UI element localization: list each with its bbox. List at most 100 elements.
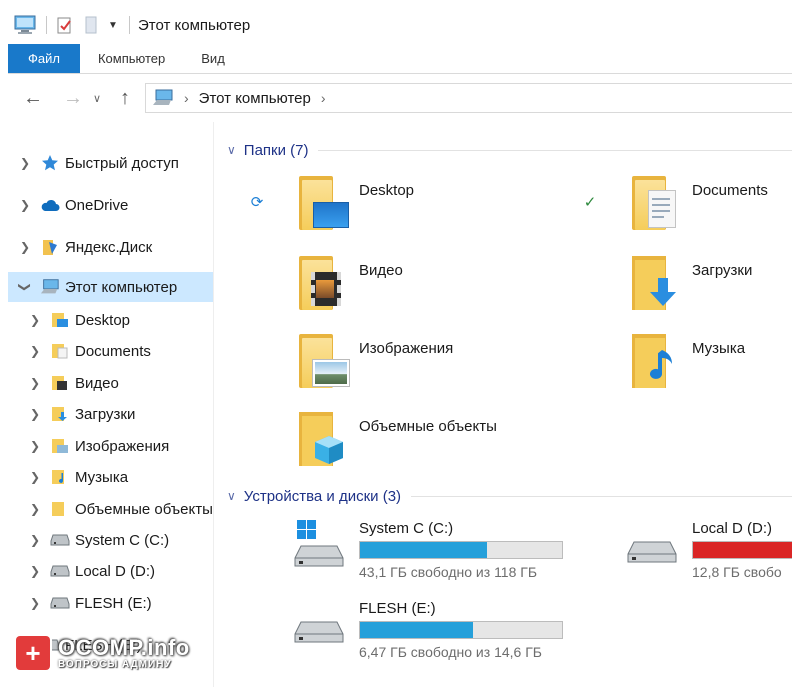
breadcrumb-separator-icon[interactable]: › — [321, 90, 326, 106]
nav-item-video[interactable]: ❯ Видео — [8, 368, 213, 398]
folder-tile-music[interactable]: Музыка — [632, 334, 745, 390]
watermark-tagline: ВОПРОСЫ АДМИНУ — [58, 658, 172, 670]
window-title: Этот компьютер — [138, 16, 251, 34]
documents-folder-icon — [632, 176, 684, 232]
desktop-folder-icon — [299, 176, 351, 232]
nav-item-documents[interactable]: ❯ Documents — [8, 336, 213, 366]
recent-locations-chevron-icon[interactable]: ∨ — [88, 83, 106, 113]
disk-usage-bar — [359, 621, 563, 639]
pictures-folder-icon — [299, 334, 351, 390]
group-header-folders[interactable]: ∨ Папки (7) — [227, 138, 792, 162]
computer-icon — [152, 89, 174, 107]
quick-access-toolbar: ▼ — [8, 6, 138, 44]
folder-icon — [50, 468, 70, 486]
drive-icon — [50, 562, 70, 580]
nav-item-music[interactable]: ❯ Музыка — [8, 462, 213, 492]
expand-chevron-icon[interactable]: ❯ — [28, 376, 42, 390]
music-folder-icon — [632, 334, 684, 390]
nav-item-pictures[interactable]: ❯ Изображения — [8, 431, 213, 461]
nav-item-drive-c[interactable]: ❯ System C (C:) — [8, 525, 213, 555]
nav-item-3d-objects[interactable]: ❯ Объемные объекты — [8, 494, 213, 524]
video-folder-icon — [299, 256, 351, 312]
expand-chevron-icon[interactable]: ❯ — [28, 439, 42, 453]
nav-item-downloads[interactable]: ❯ Загрузки — [8, 399, 213, 429]
navigation-bar: ← → ∨ ↑ › Этот компьютер › — [8, 74, 792, 122]
expand-chevron-icon[interactable]: ❯ — [28, 407, 42, 421]
group-divider — [411, 495, 792, 497]
folder-tile-documents[interactable]: ✓ Documents — [584, 176, 768, 232]
expand-chevron-icon[interactable]: ❯ — [28, 564, 42, 578]
disk-usage-fill — [360, 542, 488, 558]
forward-button[interactable]: → — [58, 83, 88, 113]
folder-icon — [50, 311, 70, 329]
drive-icon — [50, 594, 70, 612]
separator — [129, 16, 130, 34]
tab-file[interactable]: Файл — [8, 44, 80, 73]
customize-toolbar-chevron-icon[interactable]: ▼ — [105, 20, 121, 31]
site-watermark: + OCOMP.info ВОПРОСЫ АДМИНУ — [16, 636, 190, 670]
content-pane[interactable]: ∨ Папки (7) ⟳ Desktop ✓ Documents Видео … — [215, 122, 792, 687]
expand-chevron-icon[interactable]: ❯ — [28, 470, 42, 484]
nav-item-yandex-disk[interactable]: ❯ Яндекс.Диск — [8, 232, 213, 262]
expand-chevron-icon[interactable]: ❯ — [28, 533, 42, 547]
group-divider — [318, 149, 792, 151]
folder-icon — [50, 405, 70, 423]
expand-chevron-icon[interactable]: ❯ — [18, 198, 32, 212]
collapse-chevron-icon[interactable]: ∨ — [227, 143, 236, 157]
disk-usage-fill — [693, 542, 792, 558]
drive-icon — [50, 531, 70, 549]
expand-chevron-icon[interactable]: ❯ — [28, 344, 42, 358]
plus-icon: + — [16, 636, 50, 670]
expand-chevron-icon[interactable]: ❯ — [28, 596, 42, 610]
navigation-pane[interactable]: ❯ Быстрый доступ ❯ OneDrive ❯ Яндекс.Дис… — [8, 122, 214, 687]
address-bar[interactable]: › Этот компьютер › — [145, 83, 792, 113]
nav-item-drive-d[interactable]: ❯ Local D (D:) — [8, 556, 213, 586]
disk-usage-fill — [360, 622, 474, 638]
computer-icon — [40, 278, 60, 296]
title-bar: ▼ Этот компьютер — [8, 6, 792, 44]
disk-usage-bar — [692, 541, 792, 559]
expand-chevron-icon[interactable]: ❯ — [28, 313, 42, 327]
collapse-chevron-icon[interactable]: ∨ — [227, 489, 236, 503]
downloads-folder-icon — [632, 256, 684, 312]
drive-tile-flesh-e[interactable]: FLESH (E:) 6,47 ГБ свободно из 14,6 ГБ — [291, 600, 563, 660]
folder-tile-desktop[interactable]: ⟳ Desktop — [251, 176, 414, 232]
group-header-devices[interactable]: ∨ Устройства и диски (3) — [227, 484, 792, 508]
3d-objects-folder-icon — [299, 412, 351, 468]
expand-chevron-icon[interactable]: ❯ — [18, 156, 32, 170]
folder-tile-3d-objects[interactable]: Объемные объекты — [299, 412, 497, 468]
expand-chevron-icon[interactable]: ❯ — [28, 502, 42, 516]
back-button[interactable]: ← — [18, 83, 48, 113]
properties-icon[interactable] — [55, 15, 75, 35]
folder-icon — [50, 500, 70, 518]
yandex-disk-icon — [40, 238, 60, 256]
folder-tile-pictures[interactable]: Изображения — [299, 334, 453, 390]
tab-computer[interactable]: Компьютер — [80, 44, 183, 73]
windows-drive-icon — [291, 520, 351, 568]
new-folder-icon[interactable] — [81, 15, 101, 35]
sync-icon: ⟳ — [250, 194, 264, 211]
folder-icon — [50, 342, 70, 360]
expand-chevron-icon[interactable]: ❯ — [18, 240, 32, 254]
nav-item-this-pc[interactable]: ❯ Этот компьютер — [8, 272, 213, 302]
nav-item-desktop[interactable]: ❯ Desktop — [8, 305, 213, 335]
nav-item-onedrive[interactable]: ❯ OneDrive — [8, 190, 213, 220]
computer-icon[interactable] — [14, 15, 38, 35]
nav-item-drive-e[interactable]: ❯ FLESH (E:) — [8, 588, 213, 618]
disk-usage-bar — [359, 541, 563, 559]
collapse-chevron-icon[interactable]: ❯ — [18, 280, 32, 294]
breadcrumb-this-pc[interactable]: Этот компьютер — [199, 90, 311, 107]
folder-tile-video[interactable]: Видео — [299, 256, 403, 312]
nav-item-quick-access[interactable]: ❯ Быстрый доступ — [8, 148, 213, 178]
up-button[interactable]: ↑ — [110, 83, 140, 113]
ribbon-tabs: Файл Компьютер Вид — [8, 44, 792, 74]
drive-tile-local-d[interactable]: Local D (D:) 12,8 ГБ свобо — [624, 520, 792, 580]
drive-tile-system-c[interactable]: System C (C:) 43,1 ГБ свободно из 118 ГБ — [291, 520, 563, 580]
cloud-icon — [40, 196, 60, 214]
tab-view[interactable]: Вид — [183, 44, 243, 73]
folder-tile-downloads[interactable]: Загрузки — [632, 256, 752, 312]
drive-icon — [624, 520, 684, 568]
folder-icon — [50, 374, 70, 392]
breadcrumb-separator-icon[interactable]: › — [184, 90, 189, 106]
explorer-window: ▼ Этот компьютер Файл Компьютер Вид ← → … — [8, 6, 792, 687]
